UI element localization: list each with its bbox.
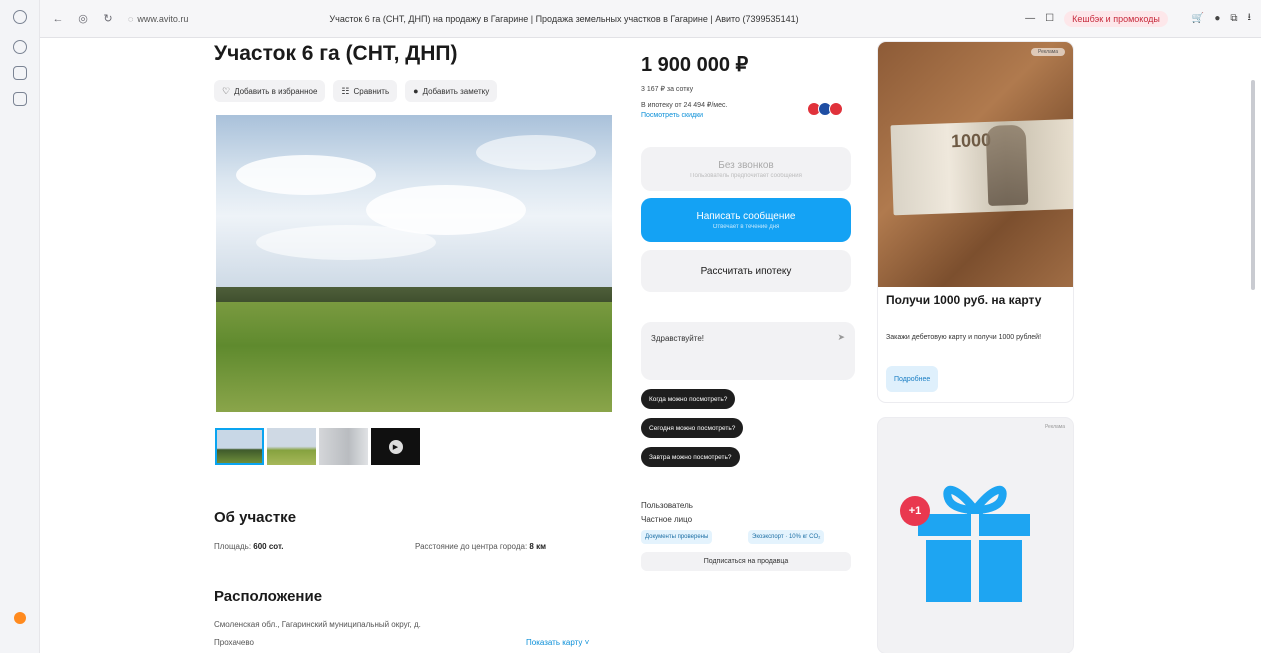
- bank-logos: [807, 102, 843, 116]
- write-message-sublabel: Отвечает в течение дня: [712, 223, 780, 230]
- photo-field: [216, 302, 612, 412]
- chat-input[interactable]: Здравствуйте! ➤: [641, 322, 855, 380]
- bank-logo: [829, 102, 843, 116]
- ad-image: Реклама 1000: [878, 42, 1073, 287]
- gift-icon: [918, 485, 1030, 602]
- note-label: Добавить заметку: [422, 86, 490, 96]
- offers-link[interactable]: Посмотреть скидки: [641, 112, 703, 119]
- history-icon[interactable]: [13, 10, 27, 24]
- plus-one-badge: +1: [900, 496, 930, 526]
- area-info: Площадь: 600 сот.: [214, 542, 283, 551]
- browser-sidebar: [0, 0, 40, 653]
- bookmarks-icon[interactable]: [13, 40, 27, 54]
- lock-icon: ◌: [128, 13, 134, 24]
- location-heading: Расположение: [214, 588, 323, 605]
- photo-thumbnails: ▶: [215, 428, 420, 465]
- listing-title: Участок 6 га (СНТ, ДНП): [214, 42, 458, 65]
- cart-icon[interactable]: 🛒: [1192, 13, 1204, 24]
- video-thumbnail[interactable]: ▶: [371, 428, 420, 465]
- collections-icon[interactable]: [13, 66, 27, 80]
- tabs-icon[interactable]: [13, 92, 27, 106]
- quick-reply-chip[interactable]: Когда можно посмотреть?: [641, 389, 736, 409]
- note-icon: ●: [413, 86, 419, 96]
- banknote-figure: [985, 124, 1029, 206]
- seller-label[interactable]: Пользователь: [641, 501, 693, 510]
- back-icon[interactable]: ←: [50, 11, 66, 27]
- show-map-link[interactable]: Показать карту ˅: [526, 638, 589, 647]
- play-icon: ▶: [388, 439, 403, 454]
- area-value: 600 сот.: [253, 542, 284, 551]
- compare-icon: ☷: [341, 85, 350, 96]
- chat-text: Здравствуйте!: [651, 334, 705, 343]
- address-line-1: Смоленская обл., Гагаринский муниципальн…: [214, 620, 421, 629]
- about-heading: Об участке: [214, 509, 297, 526]
- extensions-icon[interactable]: ⧉: [1230, 13, 1237, 24]
- banknote-image: 1000: [890, 118, 1073, 216]
- minimize-icon[interactable]: —: [1025, 13, 1035, 24]
- scrollbar[interactable]: [1251, 80, 1255, 290]
- heart-icon: ♡: [222, 85, 231, 96]
- main-photo[interactable]: [216, 115, 612, 412]
- no-calls-button[interactable]: Без звонков Пользователь предпочитает со…: [641, 147, 851, 191]
- subscribe-button[interactable]: Подписаться на продавца: [641, 552, 851, 571]
- price-per-sotka: 3 167 ₽ за сотку: [641, 86, 694, 93]
- ad-card-gift[interactable]: Реклама +1: [878, 418, 1073, 653]
- shield-icon[interactable]: ◎: [75, 11, 91, 27]
- mortgage-monthly: В ипотеку от 24 494 ₽/мес.: [641, 102, 728, 109]
- send-icon[interactable]: ➤: [837, 332, 845, 343]
- profile-icon[interactable]: [14, 612, 26, 624]
- reload-icon[interactable]: ↻: [100, 11, 116, 27]
- distance-info: Расстояние до центра города: 8 км: [415, 542, 546, 551]
- ad-card[interactable]: Реклама 1000 Получи 1000 руб. на карту З…: [878, 42, 1073, 402]
- photo-cloud: [476, 135, 596, 170]
- no-calls-label: Без звонков: [718, 159, 774, 171]
- distance-label: Расстояние до центра города:: [415, 542, 528, 551]
- compare-button[interactable]: ☷ Сравнить: [333, 80, 398, 102]
- listing-actions: ♡ Добавить в избранное ☷ Сравнить ● Доба…: [214, 80, 498, 102]
- seller-type: Частное лицо: [641, 515, 693, 524]
- calculate-mortgage-button[interactable]: Рассчитать ипотеку: [641, 250, 851, 292]
- add-note-button[interactable]: ● Добавить заметку: [405, 80, 498, 102]
- ad-title: Получи 1000 руб. на карту: [886, 293, 1042, 307]
- thumbnail-1[interactable]: [215, 428, 264, 465]
- page-title-bar: Участок 6 га (СНТ, ДНП) на продажу в Гаг…: [329, 13, 799, 24]
- distance-value: 8 км: [529, 542, 546, 551]
- eco-badge: Экоэкспорт · 10% кг CO₂: [748, 530, 825, 544]
- photo-cloud: [256, 225, 436, 260]
- calculate-mortgage-label: Рассчитать ипотеку: [700, 265, 792, 277]
- promo-chip[interactable]: Кешбэк и промокоды: [1064, 10, 1168, 27]
- thumbnail-3[interactable]: [319, 428, 368, 465]
- thumbnail-2[interactable]: [267, 428, 316, 465]
- browser-toolbar: ← ◎ ↻ ◌ www.avito.ru Участок 6 га (СНТ, …: [0, 0, 1261, 38]
- quick-reply-chip[interactable]: Сегодня можно посмотреть?: [641, 418, 744, 438]
- ad-badge: Реклама: [1031, 48, 1065, 56]
- download-icon[interactable]: ⭳: [1248, 10, 1252, 27]
- write-message-button[interactable]: Написать сообщение Отвечает в течение дн…: [641, 198, 851, 242]
- write-message-label: Написать сообщение: [696, 210, 796, 222]
- url-text: www.avito.ru: [137, 13, 189, 24]
- ad-more-button[interactable]: Подробнее: [886, 366, 939, 392]
- bookmark-icon[interactable]: ☐: [1045, 13, 1054, 24]
- favorite-label: Добавить в избранное: [234, 86, 318, 96]
- address-bar[interactable]: ◌ www.avito.ru: [128, 14, 268, 24]
- address-line-2: Прохачево: [214, 638, 254, 647]
- compare-label: Сравнить: [353, 86, 390, 96]
- no-calls-sublabel: Пользователь предпочитает сообщения: [690, 172, 802, 179]
- docs-verified-badge: Документы проверены: [641, 530, 713, 544]
- quick-reply-chip[interactable]: Завтра можно посмотреть?: [641, 447, 740, 467]
- favorite-button[interactable]: ♡ Добавить в избранное: [214, 80, 326, 102]
- extension-icon[interactable]: ●: [1214, 13, 1220, 24]
- ad-text: Закажи дебетовую карту и получи 1000 руб…: [886, 334, 1042, 341]
- area-label: Площадь:: [214, 542, 252, 551]
- price: 1 900 000 ₽: [641, 54, 749, 76]
- photo-cloud: [236, 155, 376, 195]
